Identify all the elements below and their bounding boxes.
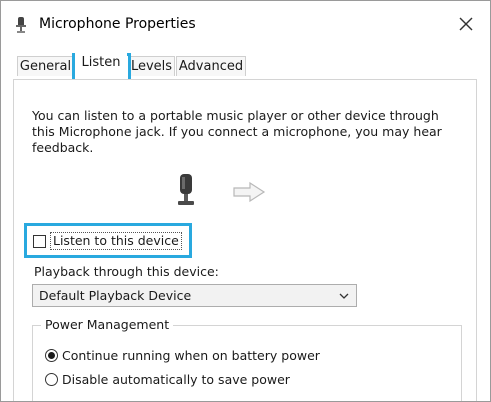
playback-device-dropdown[interactable]: Default Playback Device [32,284,357,307]
microphone-icon [178,174,194,205]
playback-device-value: Default Playback Device [39,288,192,303]
radio-button-selected[interactable] [45,348,58,362]
tab-general[interactable]: General [17,56,74,76]
title-bar: Microphone Properties [1,1,490,47]
playback-label: Playback through this device: [34,264,219,279]
arrow-right-icon [233,181,266,203]
tab-levels[interactable]: Levels [128,56,175,76]
tab-listen[interactable]: Listen [75,53,127,79]
close-icon [459,17,473,31]
power-management-title: Power Management [41,317,174,332]
properties-window: Microphone Properties General Listen Lev… [0,0,491,402]
checkbox-box[interactable] [33,234,46,248]
tab-strip: General Listen Levels Advanced [1,47,490,79]
listen-description: You can listen to a portable music playe… [32,108,442,155]
continue-running-radio[interactable]: Continue running when on battery power [45,346,320,364]
disable-automatically-label: Disable automatically to save power [62,371,290,387]
listen-to-device-checkbox[interactable]: Listen to this device [33,232,182,250]
tab-advanced[interactable]: Advanced [176,56,246,76]
continue-running-label: Continue running when on battery power [62,347,320,363]
close-button[interactable] [453,11,479,37]
radio-button[interactable] [45,372,58,386]
listen-to-device-label: Listen to this device [50,232,182,250]
chevron-down-icon [339,293,349,299]
window-title: Microphone Properties [39,16,196,32]
microphone-icon [16,17,26,33]
disable-automatically-radio[interactable]: Disable automatically to save power [45,370,290,388]
